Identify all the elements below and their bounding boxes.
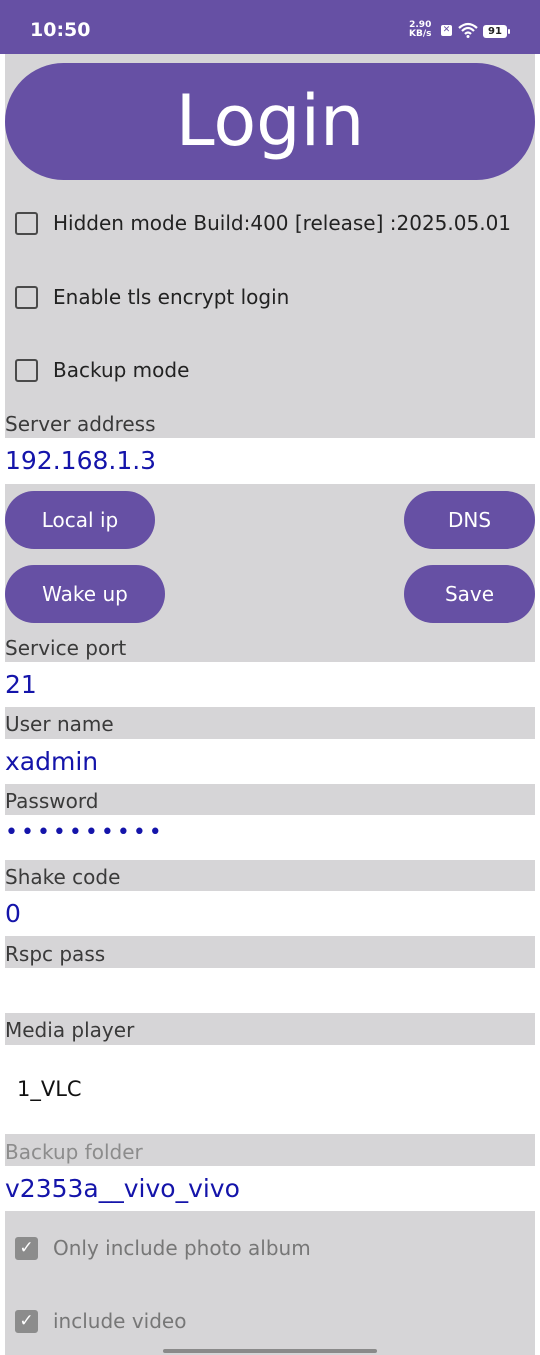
rspc-pass-input[interactable] <box>5 976 525 1008</box>
status-time: 10:50 <box>30 19 91 41</box>
photo-album-checkbox[interactable]: ✓ <box>15 1237 38 1260</box>
rspc-pass-label: Rspc pass <box>5 942 106 966</box>
shake-code-label: Shake code <box>5 865 121 889</box>
backup-mode-label: Backup mode <box>53 358 190 382</box>
save-button[interactable]: Save <box>404 565 535 623</box>
tls-label: Enable tls encrypt login <box>53 285 290 309</box>
wifi-icon <box>458 22 478 42</box>
password-input[interactable]: •••••••••• <box>5 820 165 845</box>
service-port-input[interactable]: 21 <box>5 670 37 699</box>
network-speed-unit: KB/s <box>409 29 432 39</box>
port-value-row <box>5 662 535 707</box>
include-video-label: include video <box>53 1309 187 1333</box>
hidden-mode-checkbox-row[interactable]: Hidden mode Build:400 [release] :2025.05… <box>15 211 525 241</box>
tls-checkbox-row[interactable]: Enable tls encrypt login <box>15 285 315 315</box>
shake-value-row <box>5 891 535 936</box>
backup-mode-checkbox[interactable] <box>15 359 38 382</box>
photo-album-checkbox-row[interactable]: ✓ Only include photo album <box>15 1236 325 1266</box>
backup-folder-label: Backup folder <box>5 1140 143 1164</box>
user-name-input[interactable]: xadmin <box>5 747 98 776</box>
media-value-row <box>5 1045 535 1134</box>
photo-album-label: Only include photo album <box>53 1236 311 1260</box>
server-address-input[interactable]: 192.168.1.3 <box>5 446 156 475</box>
media-player-label: Media player <box>5 1018 135 1042</box>
backup-folder-input[interactable]: v2353a__vivo_vivo <box>5 1174 240 1203</box>
home-indicator[interactable] <box>163 1349 377 1353</box>
shake-code-input[interactable]: 0 <box>5 899 21 928</box>
network-speed: 2.90 KB/s <box>409 21 431 39</box>
server-address-label: Server address <box>5 412 156 436</box>
include-video-checkbox-row[interactable]: ✓ include video <box>15 1309 195 1339</box>
status-bar: 10:50 2.90 KB/s ✕ 91 <box>0 0 540 54</box>
wake-up-button[interactable]: Wake up <box>5 565 165 623</box>
login-button[interactable]: Login <box>5 63 535 180</box>
hidden-mode-checkbox[interactable] <box>15 212 38 235</box>
service-port-label: Service port <box>5 636 127 660</box>
media-player-select[interactable]: 1_VLC <box>17 1077 82 1101</box>
password-label: Password <box>5 789 99 813</box>
user-name-label: User name <box>5 712 114 736</box>
dns-button[interactable]: DNS <box>404 491 535 549</box>
tls-checkbox[interactable] <box>15 286 38 309</box>
battery-icon: 91 <box>483 25 510 38</box>
include-video-checkbox[interactable]: ✓ <box>15 1310 38 1333</box>
backup-mode-checkbox-row[interactable]: Backup mode <box>15 358 215 388</box>
hidden-mode-label: Hidden mode Build:400 [release] :2025.05… <box>53 211 512 235</box>
local-ip-button[interactable]: Local ip <box>5 491 155 549</box>
x-notification-icon: ✕ <box>441 25 452 36</box>
